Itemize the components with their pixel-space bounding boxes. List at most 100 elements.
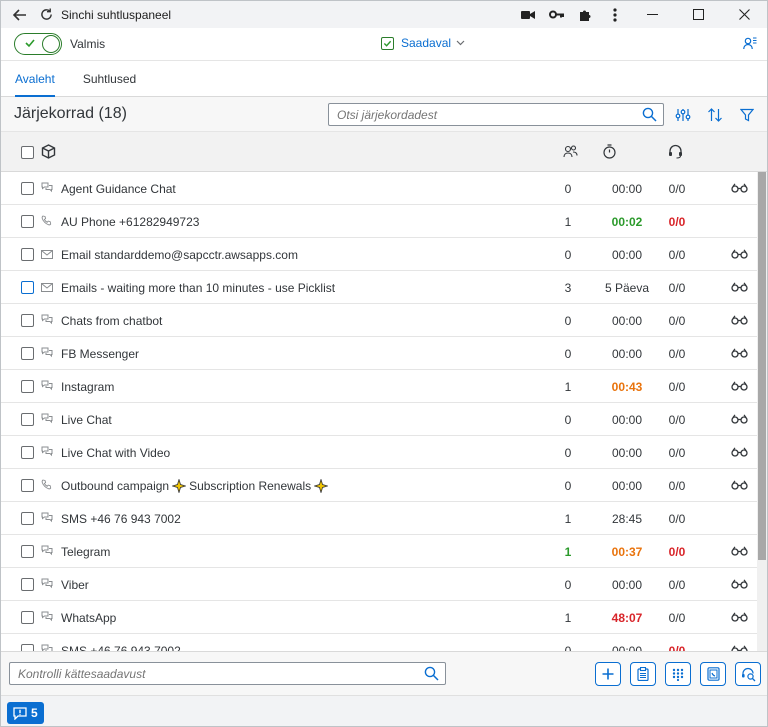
queue-wait-time: 00:00 — [611, 413, 643, 427]
queue-agents-count: 0 — [564, 413, 572, 427]
queue-row[interactable]: Emails - waiting more than 10 minutes - … — [1, 271, 757, 304]
more-vertical-icon[interactable] — [600, 1, 629, 28]
queue-row[interactable]: SMS +46 76 943 7002 1 28:45 0/0 — [1, 502, 757, 535]
watch-glasses-icon[interactable] — [731, 347, 748, 361]
watch-glasses-icon[interactable] — [731, 644, 748, 651]
search-icon[interactable] — [424, 666, 439, 681]
window-title: Sinchi suhtluspaneel — [61, 7, 172, 22]
watch-glasses-icon[interactable] — [731, 578, 748, 592]
dialpad-button[interactable] — [665, 662, 691, 686]
queue-list-scrollbar[interactable] — [757, 172, 767, 651]
queue-row[interactable]: Live Chat 0 00:00 0/0 — [1, 403, 757, 436]
sparkle-icon — [314, 479, 329, 493]
chat-icon — [41, 578, 53, 592]
search-icon[interactable] — [642, 107, 657, 122]
queue-row-checkbox[interactable] — [21, 380, 34, 393]
queue-row-checkbox[interactable] — [21, 413, 34, 426]
queue-active-count: 0/0 — [668, 347, 686, 361]
ready-toggle[interactable] — [14, 33, 62, 55]
availability-search-input[interactable] — [18, 666, 308, 681]
headset-search-button[interactable] — [735, 662, 761, 686]
queue-row-checkbox[interactable] — [21, 215, 34, 228]
watch-glasses-icon[interactable] — [731, 380, 748, 394]
queue-row-checkbox[interactable] — [21, 578, 34, 591]
phonebook-button[interactable] — [700, 662, 726, 686]
queue-row-checkbox[interactable] — [21, 182, 34, 195]
queue-name: SMS +46 76 943 7002 — [61, 644, 181, 651]
queue-row[interactable]: FB Messenger 0 00:00 0/0 — [1, 337, 757, 370]
scrollbar-thumb[interactable] — [758, 172, 766, 560]
queue-row-checkbox[interactable] — [21, 611, 34, 624]
queue-row-checkbox[interactable] — [21, 248, 34, 261]
queue-row[interactable]: Viber 0 00:00 0/0 — [1, 568, 757, 601]
queue-active-count: 0/0 — [668, 611, 686, 625]
headset-column-icon[interactable] — [668, 144, 683, 159]
tab-interactions[interactable]: Suhtlused — [69, 61, 150, 97]
queue-row[interactable]: Chats from chatbot 0 00:00 0/0 — [1, 304, 757, 337]
queue-row[interactable]: AU Phone +61282949723 1 00:02 0/0 — [1, 205, 757, 238]
queue-row[interactable]: Email standarddemo@sapcctr.awsapps.com 0 0… — [1, 238, 757, 271]
settings-sliders-icon[interactable] — [671, 103, 695, 127]
availability-search-field[interactable] — [9, 662, 446, 685]
phone-icon — [41, 215, 52, 229]
close-icon[interactable] — [721, 1, 767, 28]
queue-wait-time: 00:00 — [611, 314, 643, 328]
chat-icon — [41, 413, 53, 427]
minimize-icon[interactable] — [629, 1, 675, 28]
footer-bar: 5 — [1, 695, 767, 726]
watch-glasses-icon[interactable] — [731, 281, 748, 295]
queue-row[interactable]: Outbound campaign Subscription Renewals 0 0… — [1, 469, 757, 502]
queue-wait-time: 5 Päeva — [604, 281, 650, 295]
queue-row-checkbox[interactable] — [21, 479, 34, 492]
queue-row-checkbox[interactable] — [21, 512, 34, 525]
maximize-icon[interactable] — [675, 1, 721, 28]
queue-name: Live Chat — [61, 413, 112, 427]
queue-row[interactable]: WhatsApp 1 48:07 0/0 — [1, 601, 757, 634]
queue-search-field[interactable] — [328, 103, 664, 126]
timer-column-icon[interactable] — [602, 144, 617, 159]
key-icon[interactable] — [542, 1, 571, 28]
queue-row-checkbox[interactable] — [21, 314, 34, 327]
reload-icon[interactable] — [33, 1, 59, 28]
queue-wait-time: 00:00 — [611, 578, 643, 592]
queues-title: Järjekorrad (18) — [14, 105, 127, 122]
queue-active-count: 0/0 — [668, 578, 686, 592]
watch-glasses-icon[interactable] — [731, 314, 748, 328]
queue-row-checkbox[interactable] — [21, 347, 34, 360]
select-all-checkbox[interactable] — [21, 146, 34, 159]
agents-column-icon[interactable] — [563, 144, 578, 159]
queue-wait-time: 00:00 — [611, 347, 643, 361]
queue-agents-count: 0 — [564, 182, 572, 196]
queue-row-checkbox[interactable] — [21, 545, 34, 558]
availability-dropdown[interactable]: Saadaval — [381, 36, 465, 50]
watch-glasses-icon[interactable] — [731, 545, 748, 559]
sort-icon[interactable] — [703, 103, 727, 127]
queue-row[interactable]: Telegram 1 00:37 0/0 — [1, 535, 757, 568]
watch-glasses-icon[interactable] — [731, 479, 748, 493]
clipboard-button[interactable] — [630, 662, 656, 686]
queue-row-checkbox[interactable] — [21, 446, 34, 459]
watch-glasses-icon[interactable] — [731, 611, 748, 625]
watch-glasses-icon[interactable] — [731, 446, 748, 460]
queue-name: FB Messenger — [61, 347, 140, 361]
queue-row[interactable]: Agent Guidance Chat 0 00:00 0/0 — [1, 172, 757, 205]
back-arrow-icon[interactable] — [7, 1, 33, 28]
watch-glasses-icon[interactable] — [731, 413, 748, 427]
queue-search-input[interactable] — [337, 107, 627, 122]
queue-row[interactable]: SMS +46 76 943 7002 0 00:00 0/0 — [1, 634, 757, 651]
queue-row[interactable]: Instagram 1 00:43 0/0 — [1, 370, 757, 403]
watch-glasses-icon[interactable] — [731, 248, 748, 262]
queue-wait-time: 00:00 — [611, 182, 643, 196]
camera-icon[interactable] — [513, 1, 542, 28]
notifications-badge[interactable]: 5 — [7, 702, 44, 724]
availability-check-icon — [381, 36, 394, 50]
watch-glasses-icon[interactable] — [731, 182, 748, 196]
add-button[interactable] — [595, 662, 621, 686]
queue-row[interactable]: Live Chat with Video 0 00:00 0/0 — [1, 436, 757, 469]
queue-row-checkbox[interactable] — [21, 281, 34, 294]
user-settings-icon[interactable] — [743, 36, 757, 53]
filter-icon[interactable] — [735, 103, 759, 127]
extensions-puzzle-icon[interactable] — [571, 1, 600, 28]
queue-row-checkbox[interactable] — [21, 644, 34, 651]
tab-home[interactable]: Avaleht — [1, 61, 69, 98]
